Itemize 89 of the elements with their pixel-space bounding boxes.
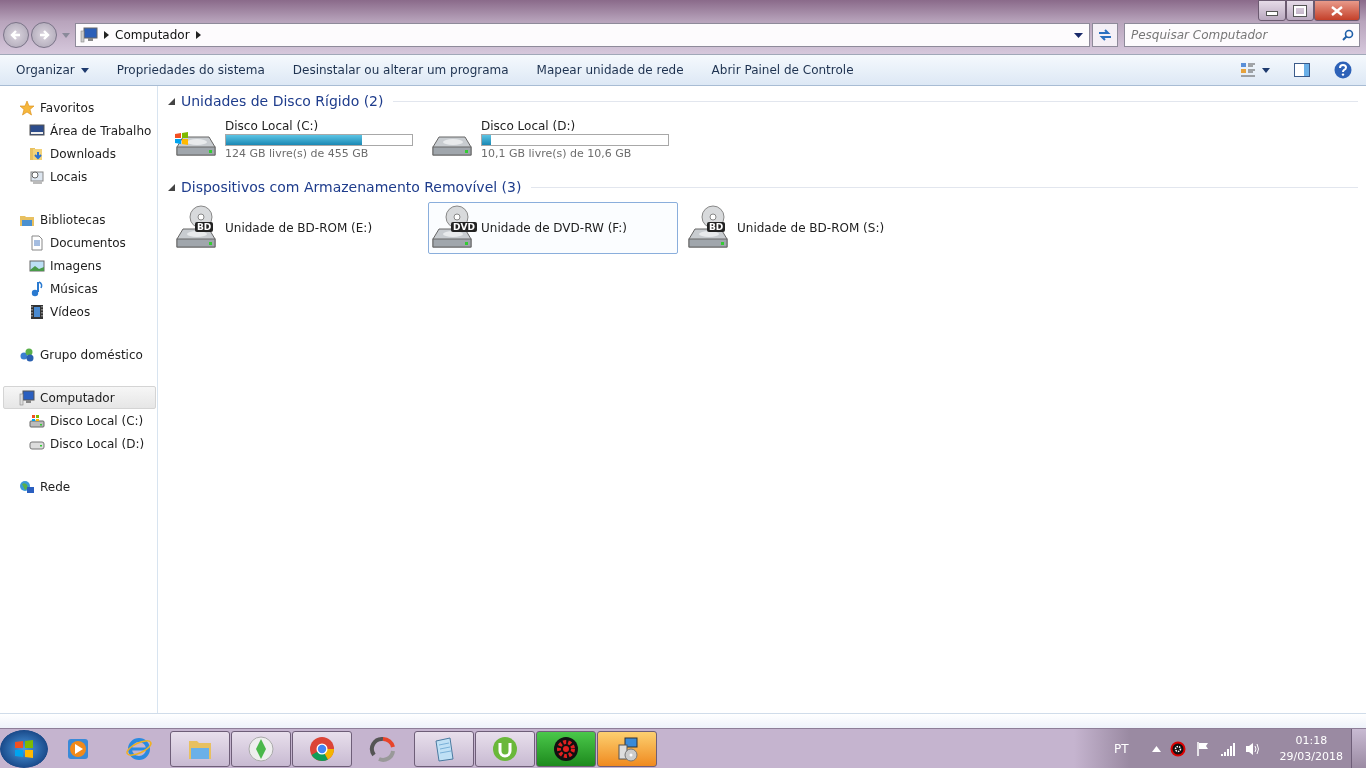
drive-label: Unidade de BD-ROM (E:) (225, 221, 373, 235)
drive-item[interactable]: BD Unidade de BD-ROM (E:) (172, 202, 422, 254)
sidebar-item[interactable]: Favoritos (3, 96, 156, 119)
toolbar-button[interactable]: Desinstalar ou alterar um programa (284, 59, 517, 81)
taskbar-button[interactable] (536, 731, 596, 767)
ring-icon (369, 735, 397, 763)
gear-icon[interactable] (1169, 741, 1186, 757)
taskbar-button[interactable] (414, 731, 474, 767)
drive-item[interactable]: BD Unidade de BD-ROM (S:) (684, 202, 934, 254)
breadcrumb-arrow-icon (104, 31, 109, 39)
pane-icon (1294, 63, 1310, 77)
sidebar-item[interactable]: Downloads (3, 142, 156, 165)
document-icon (29, 234, 45, 251)
taskbar-button[interactable] (292, 731, 352, 767)
drive-item[interactable]: Disco Local (C:) 124 GB livre(s) de 455 GB (172, 116, 422, 168)
sidebar-item[interactable]: Computador (3, 386, 156, 409)
chrome-icon (308, 735, 336, 763)
taskbar-button[interactable] (231, 731, 291, 767)
address-bar[interactable]: Computador (75, 23, 1090, 47)
sidebar-item[interactable]: Músicas (3, 277, 156, 300)
show-hidden-icons-icon[interactable] (1151, 746, 1161, 752)
speaker-icon[interactable] (1244, 741, 1261, 757)
free-space-text: 10,1 GB livre(s) de 10,6 GB (481, 146, 633, 160)
windows-logo-icon (13, 738, 35, 760)
sidebar-item[interactable]: Disco Local (D:) (3, 432, 156, 455)
network-globe-icon (19, 478, 35, 495)
search-icon (1342, 29, 1354, 41)
collapse-triangle-icon[interactable] (168, 183, 175, 191)
dropdown-caret-icon (1074, 32, 1083, 38)
drive-label: Disco Local (D:) (481, 118, 577, 133)
sidebar-item[interactable]: Vídeos (3, 300, 156, 323)
recent-places-icon (29, 168, 45, 185)
sidebar-item[interactable]: Imagens (3, 254, 156, 277)
picture-icon (29, 257, 45, 274)
minimize-button[interactable] (1258, 0, 1286, 21)
maximize-button[interactable] (1286, 0, 1314, 21)
film-strip-icon (29, 303, 45, 320)
back-button[interactable] (3, 22, 29, 48)
sidebar-item[interactable]: Rede (3, 475, 156, 498)
sidebar-item[interactable]: Locais (3, 165, 156, 188)
sidebar-item[interactable]: Disco Local (C:) (3, 409, 156, 432)
search-field[interactable]: Pesquisar Computador (1124, 23, 1360, 47)
toolbar-button[interactable]: Organizar (8, 59, 97, 81)
back-arrow-icon (9, 28, 23, 42)
sidebar-item[interactable]: Documentos (3, 231, 156, 254)
help-icon (1334, 61, 1352, 79)
torrent-icon (491, 735, 519, 763)
toolbar-button[interactable]: Abrir Painel de Controle (703, 59, 862, 81)
taskbar-button[interactable] (170, 731, 230, 767)
close-icon (1331, 5, 1343, 16)
forward-arrow-icon (37, 28, 51, 42)
drive-label: Unidade de DVD-RW (F:) (481, 221, 628, 235)
close-button[interactable] (1314, 0, 1360, 21)
homegroup-icon (19, 346, 35, 363)
breadcrumb-item[interactable]: Computador (115, 28, 190, 42)
free-space-text: 124 GB livre(s) de 455 GB (225, 146, 370, 160)
signal-bars-icon[interactable] (1219, 742, 1236, 756)
refresh-icon (1097, 28, 1113, 42)
forward-button[interactable] (31, 22, 57, 48)
view-icon (1240, 62, 1256, 78)
flag-icon[interactable] (1194, 741, 1211, 757)
music-note-icon (29, 280, 45, 297)
breadcrumb-arrow-icon (195, 31, 201, 39)
folder-download-icon (29, 145, 45, 162)
section-title[interactable]: Dispositivos com Armazenamento Removível (3) (181, 179, 522, 195)
toolbar-button[interactable]: Mapear unidade de rede (528, 59, 692, 81)
taskbar-button[interactable] (597, 731, 657, 767)
sidebar-item[interactable]: Bibliotecas (3, 208, 156, 231)
windows-drive-icon (29, 412, 45, 429)
gear-icon (552, 735, 580, 763)
computer-icon (80, 27, 98, 43)
drive-label: Unidade de BD-ROM (S:) (737, 221, 885, 235)
start-button[interactable] (0, 730, 48, 768)
collapse-triangle-icon[interactable] (168, 97, 175, 105)
toolbar-button[interactable]: Propriedades do sistema (108, 59, 273, 81)
sidebar-item[interactable]: Grupo doméstico (3, 343, 156, 366)
caret-icon (1262, 67, 1270, 73)
taskbar-button[interactable] (475, 731, 535, 767)
browser-e-icon (125, 735, 153, 763)
computer-icon (19, 389, 35, 406)
sidebar-item[interactable]: Área de Trabalho (3, 119, 156, 142)
drive-item[interactable]: Disco Local (D:) 10,1 GB livre(s) de 10,6 GB (428, 116, 678, 168)
drive-item[interactable]: DVD Unidade de DVD-RW (F:) (428, 202, 678, 254)
desktop-icon (29, 122, 45, 139)
drive-label: Disco Local (C:) (225, 118, 320, 133)
show-desktop-button[interactable] (1351, 729, 1366, 768)
section-title[interactable]: Unidades de Disco Rígido (2) (181, 93, 384, 109)
refresh-button[interactable] (1092, 23, 1118, 47)
star-icon (19, 99, 35, 116)
